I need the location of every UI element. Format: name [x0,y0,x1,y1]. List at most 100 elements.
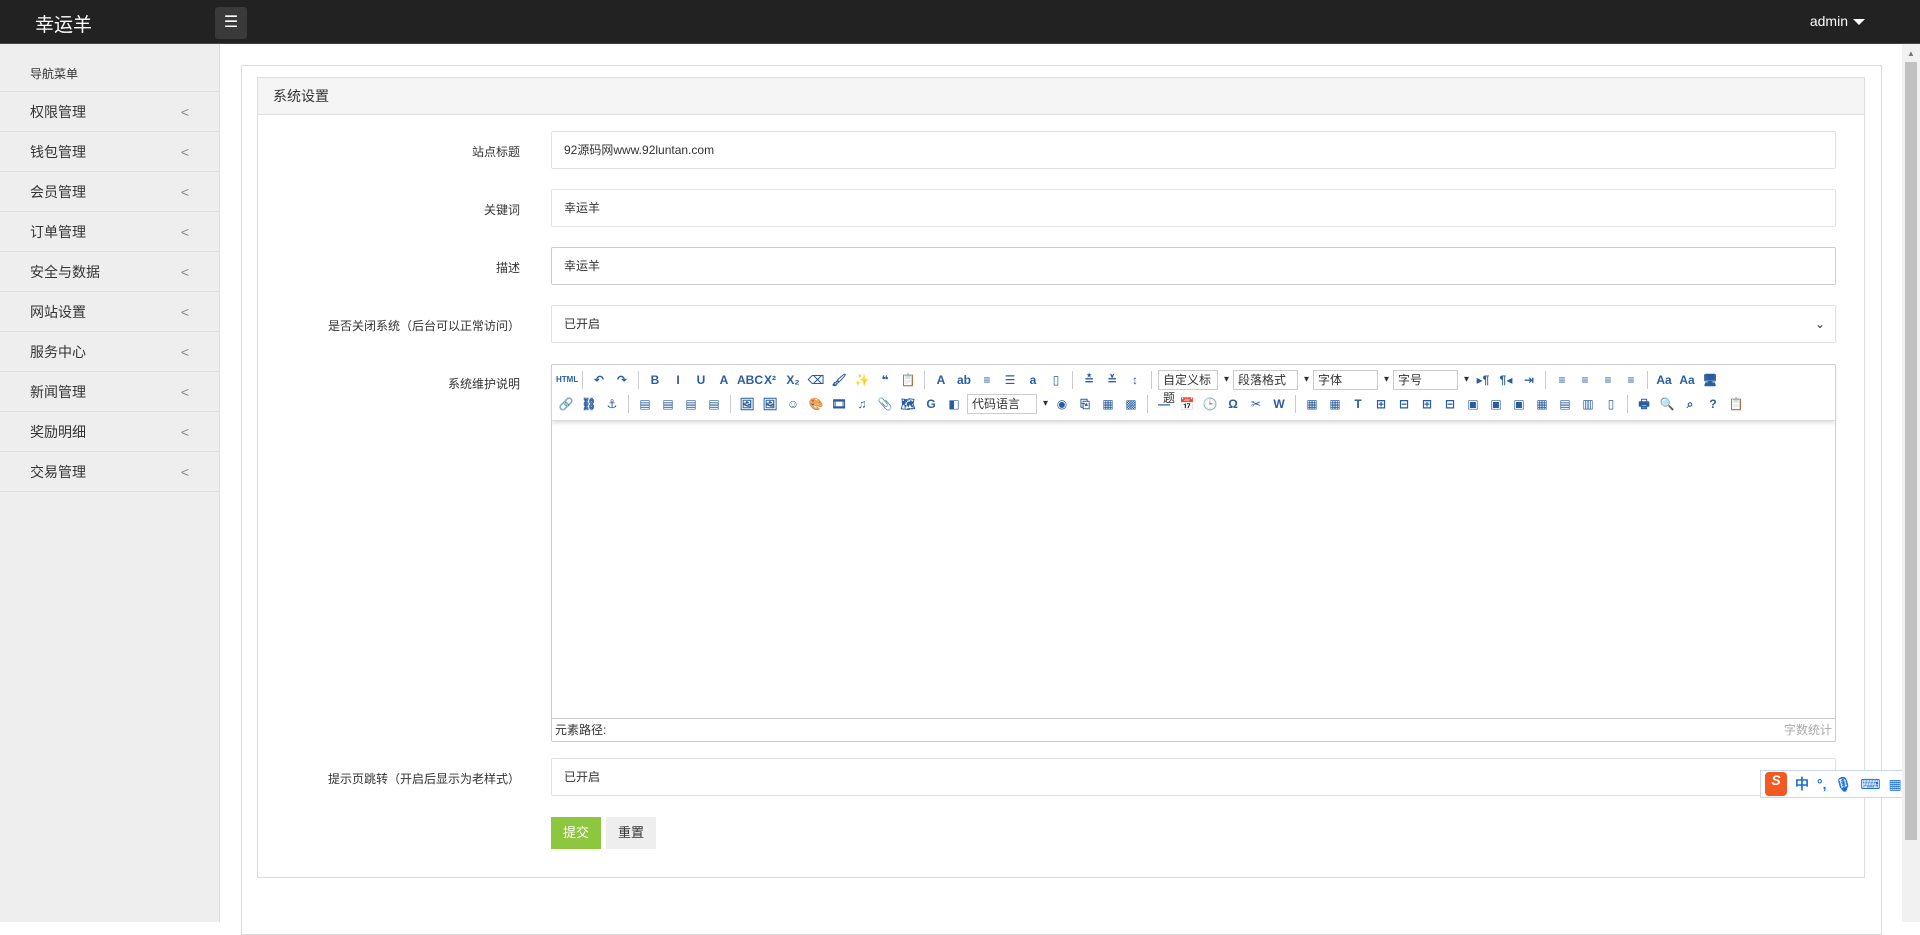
undo-icon[interactable]: ↶ [589,370,609,390]
paste-plain-icon[interactable]: 📋 [898,370,918,390]
attachment-icon[interactable]: 📎 [875,394,895,414]
to-upper-icon[interactable]: Aa [1654,370,1674,390]
editor-content-area[interactable] [552,421,1835,721]
microphone-icon[interactable]: 🎙 [1835,776,1853,793]
toolbar-dropdown[interactable]: 字体 [1313,370,1389,390]
template-icon[interactable]: ▦ [1098,394,1118,414]
link-icon[interactable]: 🔗 [556,394,576,414]
description-input[interactable]: 幸运羊 [551,247,1836,285]
search-replace-icon[interactable]: ⌕ [1680,394,1700,414]
sidebar-item[interactable]: 安全与数据 < [0,252,219,292]
row-spacing-top-icon[interactable]: ≛ [1079,370,1099,390]
punctuation-icon[interactable]: °, [1817,776,1827,792]
video-icon[interactable]: 🎞 [829,394,849,414]
image-center-icon[interactable]: ▤ [704,394,724,414]
keyboard-icon[interactable]: ⌨ [1860,776,1880,793]
eraser-icon[interactable]: ⌫ [806,370,826,390]
clear-doc-icon[interactable]: ▯ [1046,370,1066,390]
delete-row-icon[interactable]: ⊟ [1394,394,1414,414]
preview-icon[interactable]: 🔍 [1657,394,1677,414]
snapscreen-icon[interactable]: ✂ [1246,394,1266,414]
close-system-select[interactable]: 已开启 ⌄ [551,305,1836,343]
insert-col-icon[interactable]: ⊞ [1417,394,1437,414]
align-right-icon[interactable]: ≡ [1598,370,1618,390]
merge-right-icon[interactable]: ▣ [1486,394,1506,414]
chart-icon[interactable]: ▯ [1601,394,1621,414]
sidebar-item[interactable]: 奖励明细 < [0,412,219,452]
sidebar-item[interactable]: 网站设置 < [0,292,219,332]
sidebar-item[interactable]: 会员管理 < [0,172,219,212]
bold-icon[interactable]: B [645,370,665,390]
multi-image-icon[interactable]: 🖼 [760,394,780,414]
menu-grid-icon[interactable]: ▦ [1889,776,1902,793]
sidebar-item[interactable]: 交易管理 < [0,452,219,492]
help-icon[interactable]: ? [1703,394,1723,414]
sogou-logo-icon[interactable]: S [1765,772,1787,796]
rtl-icon[interactable]: ¶◂ [1496,370,1516,390]
webapp-icon[interactable]: ◉ [1052,394,1072,414]
delete-col-icon[interactable]: ⊟ [1440,394,1460,414]
split-cols-icon[interactable]: ▥ [1578,394,1598,414]
merge-down-icon[interactable]: ▣ [1509,394,1529,414]
special-chars-icon[interactable]: Ω [1223,394,1243,414]
anchor-icon[interactable]: ⚓ [602,394,622,414]
sidebar-item[interactable]: 权限管理 < [0,92,219,132]
superscript-icon[interactable]: X² [760,370,780,390]
ltr-icon[interactable]: ▸¶ [1473,370,1493,390]
ime-toolbar[interactable]: S 中 °, 🎙 ⌨ ▦ [1760,770,1912,798]
blockquote-icon[interactable]: ❝ [875,370,895,390]
split-rows-icon[interactable]: ▤ [1555,394,1575,414]
unlink-icon[interactable]: ⛓ [579,394,599,414]
map-icon[interactable]: 🗺 [898,394,918,414]
split-cells-icon[interactable]: ▦ [1532,394,1552,414]
pagebreak-icon[interactable]: ⎘ [1075,394,1095,414]
italic-icon[interactable]: I [668,370,688,390]
back-color-icon[interactable]: ab [954,370,974,390]
to-lower-icon[interactable]: Aa [1677,370,1697,390]
simple-upload-icon[interactable]: 🖼 [737,394,757,414]
align-left-icon[interactable]: ≡ [1552,370,1572,390]
draft-icon[interactable]: 📋 [1726,394,1746,414]
subscript-icon[interactable]: X₂ [783,370,803,390]
select-all-icon[interactable]: a [1023,370,1043,390]
iframe-icon[interactable]: ◧ [944,394,964,414]
unordered-list-icon[interactable]: ☰ [1000,370,1020,390]
sidebar-item[interactable]: 新闻管理 < [0,372,219,412]
toolbar-dropdown[interactable]: 段落格式 [1233,370,1309,390]
menu-toggle-icon[interactable]: ☰ [215,7,247,39]
line-height-icon[interactable]: ↕ [1125,370,1145,390]
gmap-icon[interactable]: G [921,394,941,414]
emotion-icon[interactable]: ☺ [783,394,803,414]
code-language-dropdown[interactable]: 代码语言 [967,394,1048,414]
auto-format-icon[interactable]: ✨ [852,370,872,390]
print-icon[interactable]: 🖶 [1634,394,1654,414]
ime-mode-toggle[interactable]: 中 [1795,774,1809,794]
scroll-up-icon[interactable]: ▲ [1907,49,1915,58]
date-icon[interactable]: 📅 [1177,394,1197,414]
align-justify-icon[interactable]: ≡ [1621,370,1641,390]
caption-icon[interactable]: T [1348,394,1368,414]
word-image-icon[interactable]: W [1269,394,1289,414]
background-icon[interactable]: ▩ [1121,394,1141,414]
music-icon[interactable]: ♫ [852,394,872,414]
redirect-select[interactable]: 已开启 [551,758,1836,796]
font-color-icon[interactable]: A [931,370,951,390]
ordered-list-icon[interactable]: ≡ [977,370,997,390]
scrollbar-thumb[interactable] [1905,62,1917,840]
reset-button[interactable]: 重置 [606,817,657,849]
strikethrough-icon[interactable]: ABC [737,370,763,390]
submit-button[interactable]: 提交 [551,817,602,849]
image-right-icon[interactable]: ▤ [681,394,701,414]
site-title-input[interactable]: 92源码网www.92luntan.com [551,131,1836,169]
image-none-icon[interactable]: ▤ [635,394,655,414]
logo[interactable]: 幸运羊 [35,10,92,37]
merge-cells-icon[interactable]: ▣ [1463,394,1483,414]
sidebar-item[interactable]: 订单管理 < [0,212,219,252]
font-border-icon[interactable]: A [714,370,734,390]
fullscreen-icon[interactable]: 🖥 [1700,370,1720,390]
format-brush-icon[interactable]: 🖌 [829,370,849,390]
insert-table-icon[interactable]: ▦ [1302,394,1322,414]
toolbar-dropdown[interactable]: 自定义标题 [1158,370,1229,405]
underline-icon[interactable]: U [691,370,711,390]
time-icon[interactable]: 🕒 [1200,394,1220,414]
